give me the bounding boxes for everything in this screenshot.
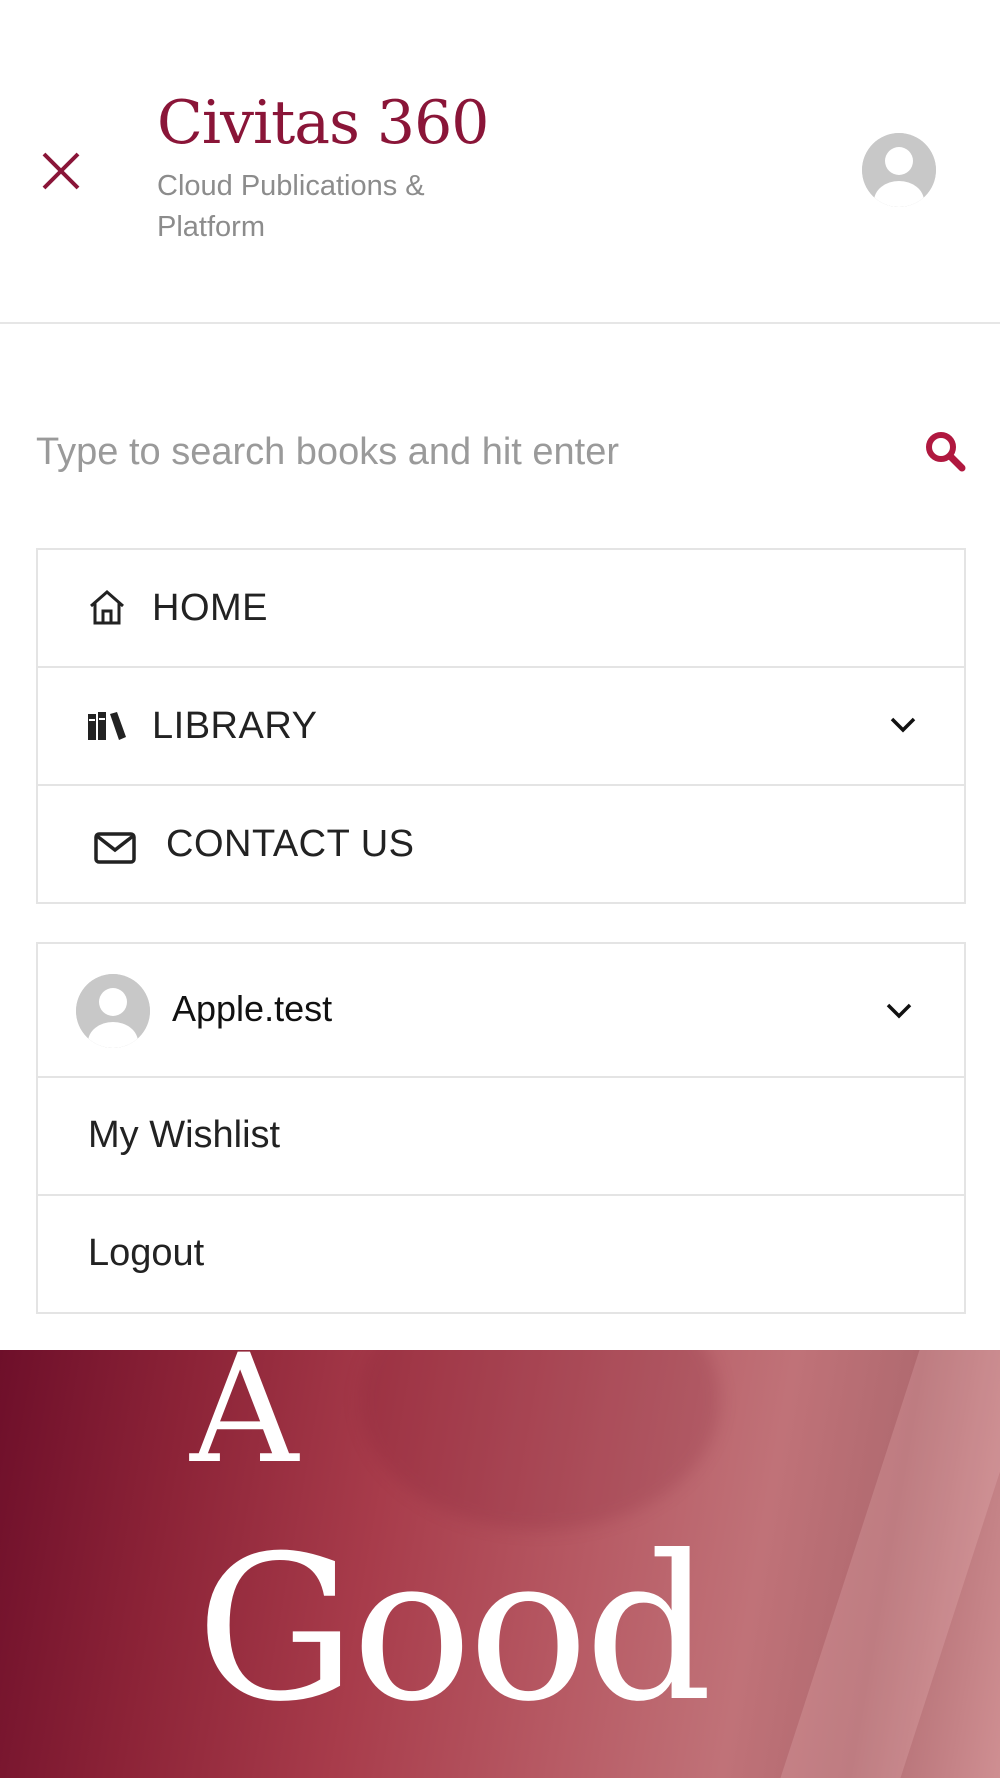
- nav-item-home[interactable]: HOME: [38, 550, 964, 668]
- books-icon: [88, 712, 126, 740]
- hero-background-stripe: [780, 1350, 1000, 1778]
- chevron-down-icon[interactable]: [888, 710, 918, 740]
- nav-item-label: HOME: [152, 587, 268, 629]
- search-icon: [926, 432, 966, 472]
- user-menu-item-label: Logout: [88, 1232, 205, 1274]
- header-avatar[interactable]: [862, 133, 936, 207]
- nav-item-label: LIBRARY: [152, 705, 318, 747]
- nav-item-label: CONTACT US: [166, 823, 415, 865]
- search-button[interactable]: [924, 430, 966, 472]
- close-icon: [42, 152, 80, 190]
- main-nav-menu: HOME LIBRARY CONTACT US: [36, 548, 966, 904]
- envelope-icon: [94, 832, 136, 864]
- hero-heading-line-2: Good: [196, 1513, 713, 1746]
- search-bar: [36, 410, 966, 500]
- header: Civitas 360 Cloud Publications & Platfor…: [0, 0, 1000, 324]
- user-menu-item-label: My Wishlist: [88, 1114, 281, 1156]
- brand-subtitle: Cloud Publications & Platform: [157, 170, 425, 243]
- search-input[interactable]: [36, 422, 896, 482]
- user-name: Apple.test: [172, 988, 333, 1029]
- nav-item-contact[interactable]: CONTACT US: [38, 786, 964, 902]
- user-menu: Apple.test My Wishlist Logout: [36, 942, 966, 1314]
- chevron-down-icon[interactable]: [884, 996, 914, 1026]
- hero-heading-line-1: A: [190, 1350, 299, 1497]
- home-icon: [90, 590, 124, 625]
- user-account-toggle[interactable]: Apple.test: [38, 944, 964, 1078]
- avatar: [76, 974, 150, 1048]
- hero-background-shape: [360, 1350, 720, 1530]
- user-menu-item-logout[interactable]: Logout: [38, 1196, 964, 1312]
- brand-title[interactable]: Civitas 360: [157, 88, 489, 158]
- user-avatar-icon: [76, 974, 150, 1048]
- user-avatar-icon: [862, 133, 936, 207]
- hero-banner: A Good: [0, 1350, 1000, 1778]
- user-menu-item-wishlist[interactable]: My Wishlist: [38, 1078, 964, 1196]
- nav-item-library[interactable]: LIBRARY: [38, 668, 964, 786]
- close-menu-button[interactable]: [40, 150, 82, 192]
